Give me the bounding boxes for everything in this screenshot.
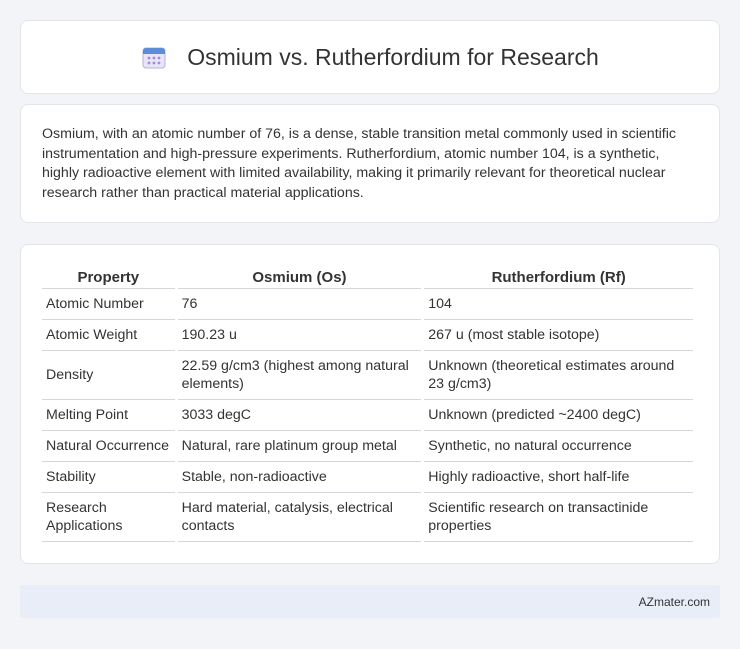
table-row: Research Applications Hard material, cat… [42, 493, 693, 542]
footer: AZmater.com [20, 585, 720, 618]
table-row: Atomic Number 76 104 [42, 289, 693, 320]
cell-osmium: Stable, non-radioactive [177, 462, 422, 493]
cell-osmium: 76 [177, 289, 422, 320]
footer-brand: AZmater.com [638, 594, 710, 609]
cell-rutherfordium: 104 [424, 289, 693, 320]
cell-osmium: 190.23 u [177, 320, 422, 351]
header-property: Property [42, 263, 175, 289]
cell-osmium: 3033 degC [177, 400, 422, 431]
cell-property: Research Applications [42, 493, 175, 542]
header-rutherfordium: Rutherfordium (Rf) [424, 263, 693, 289]
table-row: Natural Occurrence Natural, rare platinu… [42, 431, 693, 462]
header-osmium: Osmium (Os) [177, 263, 422, 289]
table-row: Density 22.59 g/cm3 (highest among natur… [42, 351, 693, 400]
cell-osmium: 22.59 g/cm3 (highest among natural eleme… [177, 351, 422, 400]
cell-osmium: Natural, rare platinum group metal [177, 431, 422, 462]
cell-property: Density [42, 351, 175, 400]
cell-property: Melting Point [42, 400, 175, 431]
title-wrap: Osmium vs. Rutherfordium for Research [141, 44, 599, 71]
table-header-row: Property Osmium (Os) Rutherfordium (Rf) [42, 263, 693, 289]
cell-rutherfordium: Unknown (predicted ~2400 degC) [424, 400, 693, 431]
table-row: Atomic Weight 190.23 u 267 u (most stabl… [42, 320, 693, 351]
table-row: Melting Point 3033 degC Unknown (predict… [42, 400, 693, 431]
intro-text: Osmium, with an atomic number of 76, is … [42, 126, 676, 201]
cell-property: Atomic Number [42, 289, 175, 320]
cell-rutherfordium: Scientific research on transactinide pro… [424, 493, 693, 542]
cell-rutherfordium: 267 u (most stable isotope) [424, 320, 693, 351]
intro-card: Osmium, with an atomic number of 76, is … [20, 104, 720, 223]
cell-osmium: Hard material, catalysis, electrical con… [177, 493, 422, 542]
calendar-icon [142, 47, 166, 69]
comparison-card: Property Osmium (Os) Rutherfordium (Rf) … [20, 244, 720, 564]
comparison-table: Property Osmium (Os) Rutherfordium (Rf) … [39, 263, 696, 542]
cell-property: Atomic Weight [42, 320, 175, 351]
cell-rutherfordium: Highly radioactive, short half-life [424, 462, 693, 493]
cell-rutherfordium: Unknown (theoretical estimates around 23… [424, 351, 693, 400]
table-row: Stability Stable, non-radioactive Highly… [42, 462, 693, 493]
cell-property: Natural Occurrence [42, 431, 175, 462]
page-title: Osmium vs. Rutherfordium for Research [187, 43, 599, 70]
header-card: Osmium vs. Rutherfordium for Research [20, 20, 720, 94]
cell-property: Stability [42, 462, 175, 493]
cell-rutherfordium: Synthetic, no natural occurrence [424, 431, 693, 462]
